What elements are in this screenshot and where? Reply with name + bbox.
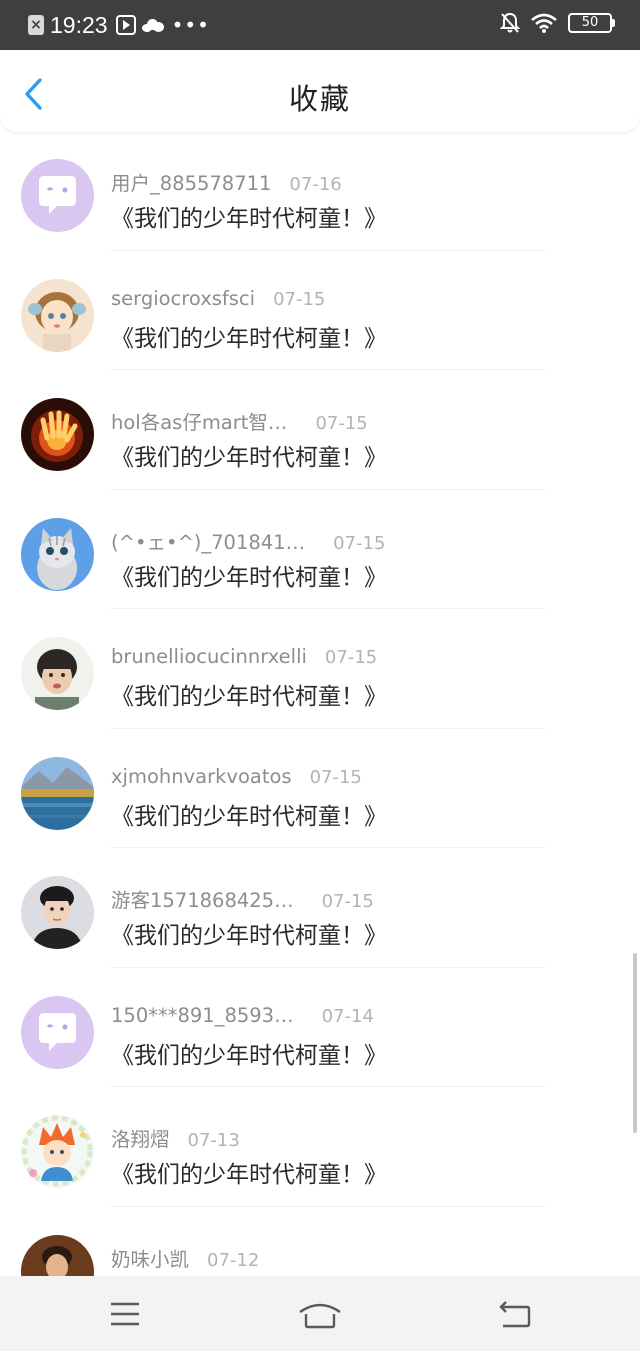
avatar[interactable] — [21, 278, 94, 352]
favorite-title: 《我们的少年时代柯童！》 — [111, 684, 387, 710]
cloud-icon — [141, 18, 164, 32]
video-icon — [115, 15, 136, 35]
favorite-title: 《我们的少年时代柯童！》 — [111, 445, 387, 471]
avatar[interactable] — [21, 517, 94, 591]
date: 07-15 — [315, 413, 368, 434]
mute-bell-icon — [500, 12, 520, 33]
list-item[interactable]: 150***891_8593… 07-14 《我们的少年时代柯童！》 — [0, 968, 640, 1087]
date: 07-15 — [324, 647, 378, 668]
favorite-title: 《我们的少年时代柯童！》 — [111, 1042, 387, 1069]
home-icon[interactable] — [290, 1294, 350, 1334]
username: brunelliocucinnrxelli — [111, 645, 307, 668]
young-man-avatar-icon — [21, 876, 94, 949]
list-item[interactable]: sergiocroxsfsci 07-15 《我们的少年时代柯童！》 — [0, 251, 640, 370]
fire-hand-avatar-icon — [21, 398, 94, 471]
favorite-title: 《我们的少年时代柯童！》 — [111, 206, 387, 232]
username: 奶味小凯 — [111, 1247, 190, 1271]
status-left: × 19:23 ••• — [28, 10, 210, 40]
avatar[interactable] — [21, 159, 94, 232]
date: 07-15 — [321, 891, 374, 912]
avatar[interactable] — [21, 1115, 94, 1188]
list-item[interactable]: hol各as仔mart智… 07-15 《我们的少年时代柯童！》 — [0, 370, 640, 490]
username: xjmohnvarkvoatos — [111, 764, 292, 788]
user-meta: 用户_885578711 07-16 — [111, 167, 342, 195]
battery-level: 50 — [581, 15, 599, 30]
list-item[interactable]: (^•ェ•^)_701841… 07-15 《我们的少年时代柯童！》 — [0, 490, 640, 609]
menu-icon[interactable] — [95, 1294, 155, 1334]
favorite-title: 《我们的少年时代柯童！》 — [111, 803, 387, 830]
date: 07-13 — [187, 1130, 240, 1151]
battery-icon: 50 — [568, 13, 615, 33]
user-meta: hol各as仔mart智… 07-15 — [111, 406, 368, 434]
favorite-title: 《我们的少年时代柯童！》 — [111, 1162, 387, 1188]
username: hol各as仔mart智… — [111, 411, 288, 434]
cartoon-boy-avatar-icon — [21, 1115, 94, 1188]
favorite-title: 《我们的少年时代柯童！》 — [111, 923, 387, 949]
avatar[interactable] — [21, 637, 94, 710]
user-meta: 150***891_8593… 07-14 — [111, 1004, 374, 1030]
date: 07-12 — [207, 1249, 260, 1271]
wifi-icon — [531, 13, 557, 33]
avatar[interactable] — [21, 876, 94, 949]
user-meta: 奶味小凯 07-12 — [111, 1243, 260, 1271]
close-notification-icon: × — [28, 15, 44, 35]
user-meta: (^•ェ•^)_701841… 07-15 — [111, 526, 386, 554]
username: sergiocroxsfsci — [111, 286, 256, 310]
username: 洛翔熠 — [111, 1128, 170, 1151]
status-time: 19:23 — [50, 12, 108, 38]
username: 150***891_8593… — [111, 1003, 294, 1027]
user-meta: xjmohnvarkvoatos 07-15 — [111, 765, 362, 791]
kitten-avatar-icon — [21, 517, 94, 591]
list-item[interactable]: 奶味小凯 07-12 — [0, 1207, 640, 1276]
favorite-title: 《我们的少年时代柯童！》 — [111, 325, 387, 352]
avatar[interactable] — [21, 1234, 94, 1276]
username: (^•ェ•^)_701841… — [111, 530, 306, 554]
child-photo-avatar-icon — [21, 637, 94, 710]
username: 用户_885578711 — [111, 172, 272, 195]
more-dots-icon: ••• — [171, 13, 210, 37]
page-title: 收藏 — [288, 82, 351, 116]
default-avatar-icon — [21, 159, 94, 232]
default-avatar-icon — [21, 995, 94, 1069]
status-right: 50 — [500, 12, 615, 34]
username: 游客1571868425… — [111, 889, 294, 912]
list-item[interactable]: 洛翔熠 07-13 《我们的少年时代柯童！》 — [0, 1087, 640, 1207]
favorites-list[interactable]: 用户_885578711 07-16 《我们的少年时代柯童！》 sergiocro… — [0, 131, 640, 1276]
date: 07-16 — [289, 174, 342, 195]
list-item[interactable]: xjmohnvarkvoatos 07-15 《我们的少年时代柯童！》 — [0, 729, 640, 848]
avatar[interactable] — [21, 398, 94, 471]
date: 07-14 — [321, 1005, 374, 1027]
list-item[interactable]: brunelliocucinnrxelli 07-15 《我们的少年时代柯童！》 — [0, 609, 640, 729]
user-meta: 游客1571868425… 07-15 — [111, 884, 374, 912]
scrollbar[interactable] — [633, 953, 637, 1133]
date: 07-15 — [273, 288, 326, 310]
user-meta: sergiocroxsfsci 07-15 — [111, 287, 325, 313]
list-item[interactable]: 用户_885578711 07-16 《我们的少年时代柯童！》 — [0, 131, 640, 251]
avatar[interactable] — [21, 756, 94, 830]
date: 07-15 — [309, 766, 362, 788]
favorite-title: 《我们的少年时代柯童！》 — [111, 564, 387, 591]
portrait-avatar-icon — [21, 1234, 94, 1276]
avatar[interactable] — [21, 995, 94, 1069]
header: 收藏 — [0, 50, 640, 132]
date: 07-15 — [333, 532, 386, 554]
system-nav-bar — [0, 1276, 640, 1351]
back-icon[interactable] — [485, 1294, 545, 1334]
doll-avatar-icon — [21, 278, 94, 352]
status-bar: × 19:23 ••• 50 — [0, 0, 640, 50]
lake-landscape-avatar-icon — [21, 756, 94, 830]
user-meta: brunelliocucinnrxelli 07-15 — [111, 645, 377, 671]
user-meta: 洛翔熠 07-13 — [111, 1123, 240, 1151]
list-item[interactable]: 游客1571868425… 07-15 《我们的少年时代柯童！》 — [0, 848, 640, 968]
